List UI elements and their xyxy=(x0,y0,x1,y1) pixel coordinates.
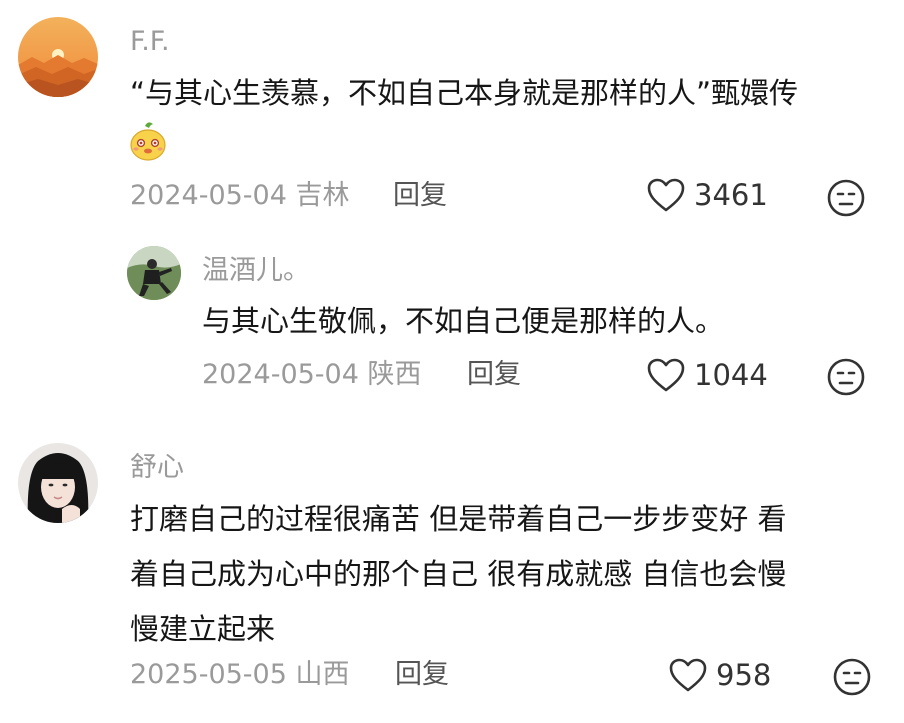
neutral-face-icon xyxy=(827,358,865,396)
reply-button[interactable]: 回复 xyxy=(393,182,447,209)
username[interactable]: 舒心 xyxy=(130,454,184,481)
like-button[interactable]: 1044 xyxy=(646,357,768,393)
neutral-face-icon xyxy=(827,179,865,217)
comment-date-location: 2024-05-04 陕西 xyxy=(202,359,422,390)
comment-text-line: 着自己成为心中的那个自己 很有成就感 自信也会慢 xyxy=(130,557,787,591)
sunset-avatar-image xyxy=(18,17,98,97)
username[interactable]: 温酒儿。 xyxy=(202,257,310,284)
comment-text: “与其心生羡慕，不如自己本身就是那样的人”甄嬛传 xyxy=(130,66,798,121)
heart-icon xyxy=(647,358,685,392)
like-button[interactable]: 3461 xyxy=(646,177,768,213)
dislike-button[interactable] xyxy=(832,657,872,697)
reply-button[interactable]: 回复 xyxy=(395,661,449,688)
like-count: 958 xyxy=(716,657,772,692)
comment-text: 与其心生敬佩，不如自己便是那样的人。 xyxy=(202,294,724,349)
comment-date-location: 2024-05-04 吉林 xyxy=(130,180,350,211)
like-button[interactable]: 958 xyxy=(668,657,771,693)
dislike-button[interactable] xyxy=(826,178,866,218)
dislike-button[interactable] xyxy=(826,357,866,397)
reply-button[interactable]: 回复 xyxy=(467,361,521,388)
like-count: 1044 xyxy=(694,357,768,392)
comment-date-location: 2025-05-05 山西 xyxy=(130,659,350,690)
mascot-emoji-icon xyxy=(128,120,168,162)
comment-text-line: 打磨自己的过程很痛苦 但是带着自己一步步变好 看 xyxy=(130,502,787,536)
comment-text-line: “与其心生羡慕，不如自己本身就是那样的人”甄嬛传 xyxy=(130,76,799,110)
comment-text-line: 慢建立起来 xyxy=(130,612,276,646)
heart-icon xyxy=(669,658,707,692)
avatar[interactable] xyxy=(127,246,181,300)
avatar[interactable] xyxy=(18,17,98,97)
comment-text: 打磨自己的过程很痛苦 但是带着自己一步步变好 看 着自己成为心中的那个自己 很有… xyxy=(130,492,786,657)
neutral-face-icon xyxy=(833,658,871,696)
heart-icon xyxy=(647,178,685,212)
avatar[interactable] xyxy=(18,443,98,523)
like-count: 3461 xyxy=(694,177,768,212)
person-photo-avatar-image xyxy=(127,246,181,300)
comment-text-line: 与其心生敬佩，不如自己便是那样的人。 xyxy=(202,304,725,338)
girl-photo-avatar-image xyxy=(18,443,98,523)
username[interactable]: F.F. xyxy=(130,28,170,55)
